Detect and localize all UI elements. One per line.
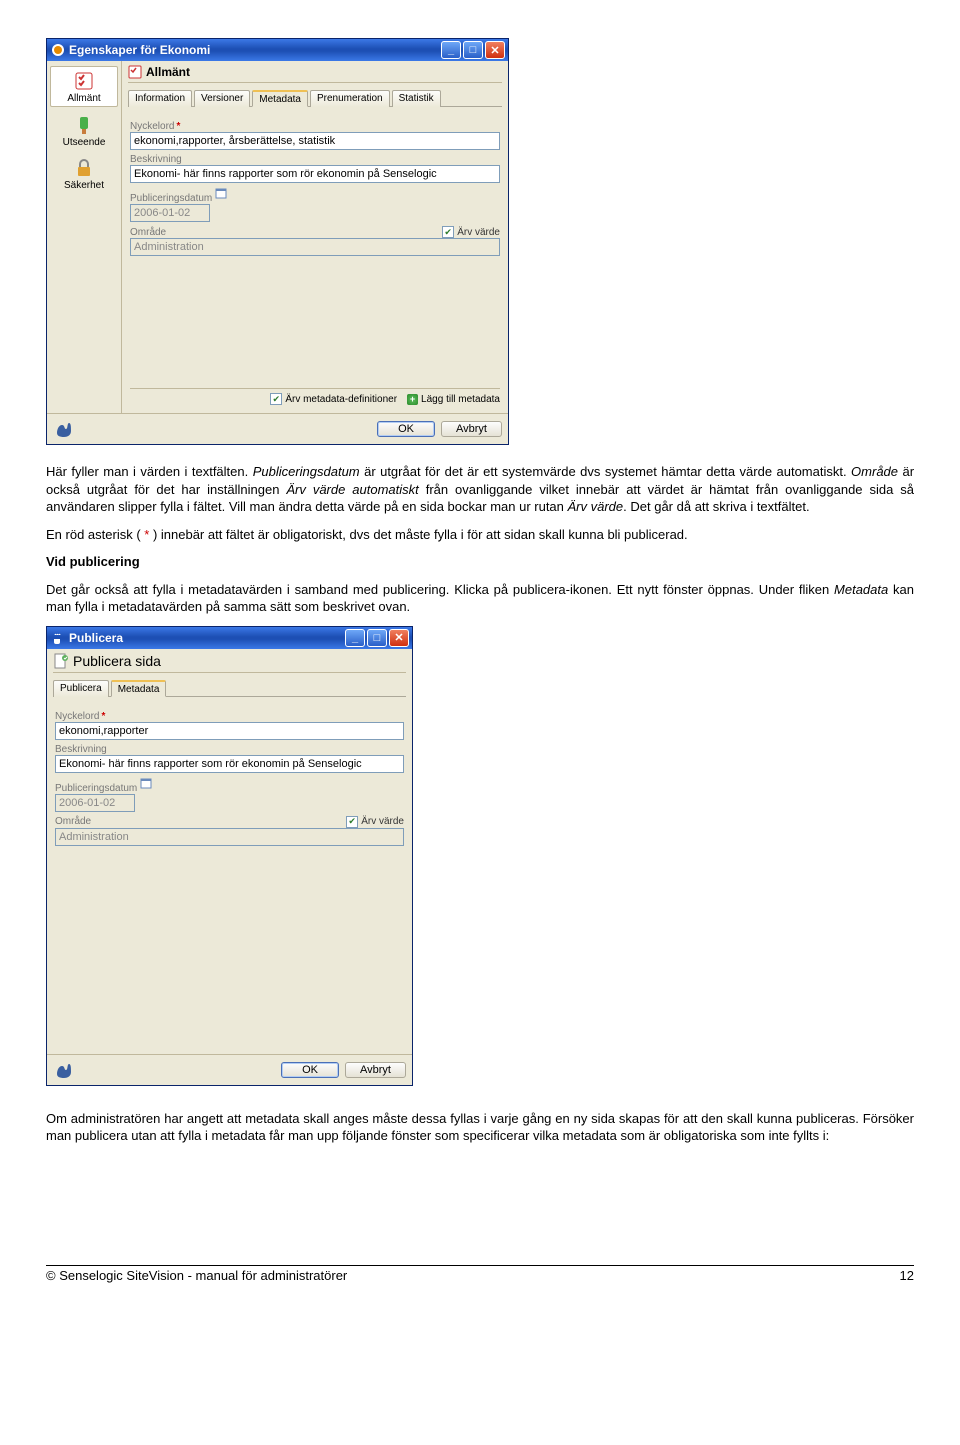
label-nyckelord: Nyckelord* [130,121,500,132]
input-omrade [55,828,404,846]
footer-text: © Senselogic SiteVision - manual för adm… [46,1268,347,1283]
page-number: 12 [900,1268,914,1283]
tab-publicera[interactable]: Publicera [53,680,109,697]
maximize-button[interactable]: □ [367,629,387,647]
side-nav: Allmänt Utseende Säkerhet [47,61,122,413]
calendar-icon[interactable] [215,187,229,201]
input-pubdatum [55,794,135,812]
app-icon [51,43,65,57]
window-footer: OK Avbryt [47,1054,412,1085]
cancel-button[interactable]: Avbryt [441,421,502,437]
label-nyckelord: Nyckelord* [55,711,404,722]
close-button[interactable]: ✕ [389,629,409,647]
paragraph: Det går också att fylla i metadatavärden… [46,581,914,616]
maximize-button[interactable]: □ [463,41,483,59]
panel-title: Allmänt [128,65,502,83]
ok-button[interactable]: OK [281,1062,339,1078]
titlebar[interactable]: Publicera _ □ ✕ [47,627,412,649]
hand-icon [53,419,77,439]
page-footer: © Senselogic SiteVision - manual för adm… [46,1265,914,1283]
checkbox-icon: ✔ [442,226,454,238]
label-beskrivning: Beskrivning [55,744,404,755]
sidenav-label: Utseende [63,137,106,148]
lock-icon [74,158,94,178]
checklist-icon [128,65,142,79]
window-title: Egenskaper för Ekonomi [69,43,441,57]
titlebar[interactable]: Egenskaper för Ekonomi _ □ ✕ [47,39,508,61]
panel-title: Publicera sida [53,653,406,673]
input-beskrivning[interactable] [130,165,500,183]
input-nyckelord[interactable] [55,722,404,740]
tab-statistik[interactable]: Statistik [392,90,441,107]
sidenav-label: Säkerhet [64,180,104,191]
input-nyckelord[interactable] [130,132,500,150]
cancel-button[interactable]: Avbryt [345,1062,406,1078]
checkbox-icon: ✔ [270,393,282,405]
metadata-fields: Nyckelord* Beskrivning Publiceringsdatum… [128,115,502,407]
label-pubdatum: Publiceringsdatum [55,777,404,794]
input-beskrivning[interactable] [55,755,404,773]
hand-icon [53,1060,77,1080]
input-pubdatum [130,204,210,222]
tab-prenumeration[interactable]: Prenumeration [310,90,390,107]
tab-metadata[interactable]: Metadata [111,680,167,697]
paragraph: En röd asterisk ( * ) innebär att fältet… [46,526,914,544]
checkbox-arv-varde[interactable]: ✔ Ärv värde [442,226,500,238]
tab-metadata[interactable]: Metadata [252,90,308,107]
paragraph: Här fyller man i värden i textfälten. Pu… [46,463,914,516]
paint-icon [74,115,94,135]
sidenav-item-sakerhet[interactable]: Säkerhet [50,154,118,193]
label-omrade: Område [130,227,166,238]
publish-window: Publicera _ □ ✕ Publicera sida Publicera… [46,626,413,1086]
label-omrade: Område [55,816,91,827]
window-footer: OK Avbryt [47,413,508,444]
tab-versioner[interactable]: Versioner [194,90,250,107]
link-add-metadata[interactable]: + Lägg till metadata [407,393,500,405]
ok-button[interactable]: OK [377,421,435,437]
tab-bar: Information Versioner Metadata Prenumera… [128,89,502,107]
minimize-button[interactable]: _ [345,629,365,647]
tab-bar: Publicera Metadata [53,679,406,697]
checkbox-arv-metadata[interactable]: ✔ Ärv metadata-definitioner [270,393,397,405]
paragraph: Om administratören har angett att metada… [46,1110,914,1145]
page-icon [53,653,69,669]
window-title: Publicera [69,631,345,645]
label-pubdatum: Publiceringsdatum [130,187,500,204]
input-omrade [130,238,500,256]
close-button[interactable]: ✕ [485,41,505,59]
sidenav-item-utseende[interactable]: Utseende [50,111,118,150]
tab-information[interactable]: Information [128,90,192,107]
calendar-icon[interactable] [140,777,154,791]
minimize-button[interactable]: _ [441,41,461,59]
plus-icon: + [407,394,418,405]
sidenav-item-allmant[interactable]: Allmänt [50,66,118,107]
checklist-icon [74,71,94,91]
checkbox-icon: ✔ [346,816,358,828]
coffee-icon [51,631,65,645]
checkbox-arv-varde[interactable]: ✔ Ärv värde [346,816,404,828]
sidenav-label: Allmänt [67,93,100,104]
heading-vid-publicering: Vid publicering [46,553,914,571]
properties-window: Egenskaper för Ekonomi _ □ ✕ Allmänt [46,38,509,445]
label-beskrivning: Beskrivning [130,154,500,165]
metadata-fields: Nyckelord* Beskrivning Publiceringsdatum… [53,705,406,1048]
